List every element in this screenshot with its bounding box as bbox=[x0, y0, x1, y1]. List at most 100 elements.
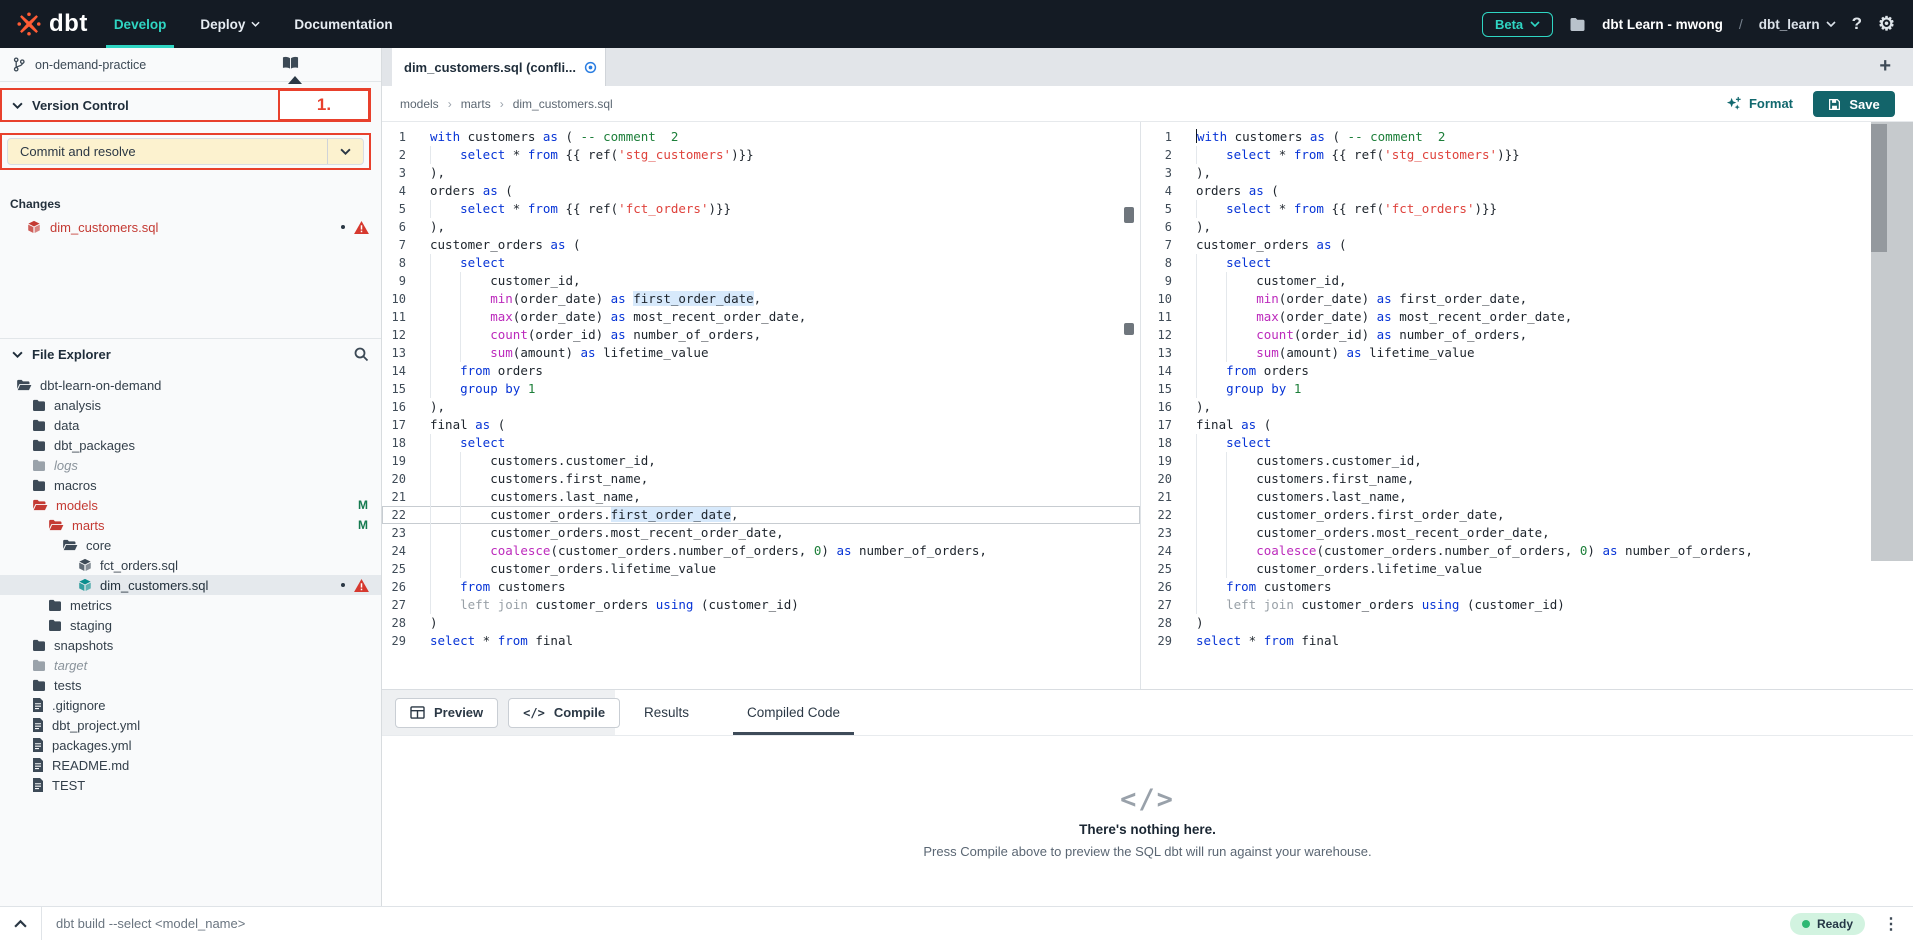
code-line-16-right[interactable]: 16), bbox=[1148, 398, 1871, 416]
code-line-29-right[interactable]: 29select * from final bbox=[1148, 632, 1871, 650]
code-line-23-left[interactable]: 23 customer_orders.most_recent_order_dat… bbox=[382, 524, 1140, 542]
tree-item-staging[interactable]: staging bbox=[0, 615, 381, 635]
code-line-28-left[interactable]: 28) bbox=[382, 614, 1140, 632]
tree-item-marts[interactable]: martsM bbox=[0, 515, 381, 535]
tree-item-packages.yml[interactable]: packages.yml bbox=[0, 735, 381, 755]
tree-item-core[interactable]: core bbox=[0, 535, 381, 555]
code-line-29-left[interactable]: 29select * from final bbox=[382, 632, 1140, 650]
results-tab-compiled-code[interactable]: Compiled Code bbox=[737, 690, 850, 735]
code-line-25-right[interactable]: 25 customer_orders.lifetime_value bbox=[1148, 560, 1871, 578]
code-line-18-right[interactable]: 18 select bbox=[1148, 434, 1871, 452]
code-line-19-left[interactable]: 19 customers.customer_id, bbox=[382, 452, 1140, 470]
code-line-3-right[interactable]: 3), bbox=[1148, 164, 1871, 182]
changed-file-dim_customers.sql[interactable]: dim_customers.sql bbox=[0, 216, 381, 238]
new-tab-button[interactable]: + bbox=[1879, 55, 1891, 78]
tree-item-dbt_project.yml[interactable]: dbt_project.yml bbox=[0, 715, 381, 735]
tree-item-analysis[interactable]: analysis bbox=[0, 395, 381, 415]
code-line-27-left[interactable]: 27 left join customer_orders using (cust… bbox=[382, 596, 1140, 614]
tab-dim-customers[interactable]: dim_customers.sql (confli... bbox=[392, 48, 606, 86]
editor-pane-right[interactable]: 1with customers as ( -- comment 22 selec… bbox=[1148, 122, 1871, 689]
account-selector[interactable]: dbt Learn - mwong bbox=[1602, 17, 1723, 32]
file-explorer-section-header[interactable]: File Explorer bbox=[0, 338, 381, 369]
code-line-20-right[interactable]: 20 customers.first_name, bbox=[1148, 470, 1871, 488]
project-selector[interactable]: dbt_learn bbox=[1759, 17, 1836, 32]
code-line-23-right[interactable]: 23 customer_orders.most_recent_order_dat… bbox=[1148, 524, 1871, 542]
editor-scrollbar-thumb[interactable] bbox=[1871, 124, 1887, 252]
commit-and-resolve-button[interactable]: Commit and resolve bbox=[7, 138, 364, 165]
beta-dropdown[interactable]: Beta bbox=[1482, 12, 1553, 37]
code-line-12-right[interactable]: 12 count(order_id) as number_of_orders, bbox=[1148, 326, 1871, 344]
code-line-20-left[interactable]: 20 customers.first_name, bbox=[382, 470, 1140, 488]
code-line-1-left[interactable]: 1with customers as ( -- comment 2 bbox=[382, 128, 1140, 146]
code-line-17-left[interactable]: 17final as ( bbox=[382, 416, 1140, 434]
commit-dropdown-toggle[interactable] bbox=[327, 139, 363, 164]
code-line-18-left[interactable]: 18 select bbox=[382, 434, 1140, 452]
breadcrumb-item-marts[interactable]: marts bbox=[461, 97, 491, 111]
code-line-4-right[interactable]: 4orders as ( bbox=[1148, 182, 1871, 200]
tree-item-data[interactable]: data bbox=[0, 415, 381, 435]
breadcrumb-item-dim_customers.sql[interactable]: dim_customers.sql bbox=[513, 97, 613, 111]
tree-item-dbt-learn-on-demand[interactable]: dbt-learn-on-demand bbox=[0, 375, 381, 395]
code-line-9-right[interactable]: 9 customer_id, bbox=[1148, 272, 1871, 290]
connection-status-badge[interactable]: Ready bbox=[1790, 913, 1865, 935]
preview-button[interactable]: Preview bbox=[395, 698, 498, 728]
code-line-25-left[interactable]: 25 customer_orders.lifetime_value bbox=[382, 560, 1140, 578]
code-line-12-left[interactable]: 12 count(order_id) as number_of_orders, bbox=[382, 326, 1140, 344]
code-line-4-left[interactable]: 4orders as ( bbox=[382, 182, 1140, 200]
code-line-5-right[interactable]: 5 select * from {{ ref('fct_orders')}} bbox=[1148, 200, 1871, 218]
nav-item-documentation[interactable]: Documentation bbox=[294, 0, 392, 48]
code-line-27-right[interactable]: 27 left join customer_orders using (cust… bbox=[1148, 596, 1871, 614]
command-input[interactable] bbox=[42, 916, 1790, 931]
git-branch-selector[interactable]: on-demand-practice bbox=[0, 48, 381, 82]
pane-divider[interactable] bbox=[1140, 122, 1148, 689]
code-line-11-left[interactable]: 11 max(order_date) as most_recent_order_… bbox=[382, 308, 1140, 326]
tree-item-.gitignore[interactable]: .gitignore bbox=[0, 695, 381, 715]
tree-item-macros[interactable]: macros bbox=[0, 475, 381, 495]
compile-button[interactable]: </> Compile bbox=[508, 698, 620, 728]
code-line-9-left[interactable]: 9 customer_id, bbox=[382, 272, 1140, 290]
editor-pane-left[interactable]: 1with customers as ( -- comment 22 selec… bbox=[382, 122, 1140, 689]
kebab-menu-icon[interactable]: ⋮ bbox=[1883, 914, 1913, 934]
code-line-6-right[interactable]: 6), bbox=[1148, 218, 1871, 236]
code-line-10-left[interactable]: 10 min(order_date) as first_order_date, bbox=[382, 290, 1140, 308]
tree-item-dbt_packages[interactable]: dbt_packages bbox=[0, 435, 381, 455]
chevron-up-icon[interactable] bbox=[0, 919, 41, 928]
code-line-8-left[interactable]: 8 select bbox=[382, 254, 1140, 272]
code-line-1-right[interactable]: 1with customers as ( -- comment 2 bbox=[1148, 128, 1871, 146]
code-line-21-left[interactable]: 21 customers.last_name, bbox=[382, 488, 1140, 506]
code-line-2-right[interactable]: 2 select * from {{ ref('stg_customers')}… bbox=[1148, 146, 1871, 164]
code-line-17-right[interactable]: 17final as ( bbox=[1148, 416, 1871, 434]
tree-item-logs[interactable]: logs bbox=[0, 455, 381, 475]
code-line-13-left[interactable]: 13 sum(amount) as lifetime_value bbox=[382, 344, 1140, 362]
tree-item-snapshots[interactable]: snapshots bbox=[0, 635, 381, 655]
code-line-3-left[interactable]: 3), bbox=[382, 164, 1140, 182]
code-line-24-right[interactable]: 24 coalesce(customer_orders.number_of_or… bbox=[1148, 542, 1871, 560]
code-line-8-right[interactable]: 8 select bbox=[1148, 254, 1871, 272]
dbt-logo[interactable]: dbt bbox=[0, 10, 114, 38]
tree-item-target[interactable]: target bbox=[0, 655, 381, 675]
code-line-10-right[interactable]: 10 min(order_date) as first_order_date, bbox=[1148, 290, 1871, 308]
nav-item-develop[interactable]: Develop bbox=[114, 0, 167, 48]
code-line-7-left[interactable]: 7customer_orders as ( bbox=[382, 236, 1140, 254]
scrollbar-mark[interactable] bbox=[1124, 207, 1134, 223]
code-line-26-right[interactable]: 26 from customers bbox=[1148, 578, 1871, 596]
search-icon[interactable] bbox=[353, 346, 369, 362]
tree-item-TEST[interactable]: TEST bbox=[0, 775, 381, 795]
docs-book-icon[interactable] bbox=[282, 56, 299, 70]
code-line-21-right[interactable]: 21 customers.last_name, bbox=[1148, 488, 1871, 506]
breadcrumb-item-models[interactable]: models bbox=[400, 97, 439, 111]
code-line-24-left[interactable]: 24 coalesce(customer_orders.number_of_or… bbox=[382, 542, 1140, 560]
code-line-5-left[interactable]: 5 select * from {{ ref('fct_orders')}} bbox=[382, 200, 1140, 218]
editor-scrollbar-track[interactable] bbox=[1871, 122, 1913, 561]
code-line-6-left[interactable]: 6), bbox=[382, 218, 1140, 236]
nav-item-deploy[interactable]: Deploy bbox=[200, 0, 260, 48]
code-line-2-left[interactable]: 2 select * from {{ ref('stg_customers')}… bbox=[382, 146, 1140, 164]
results-tab-results[interactable]: Results bbox=[634, 690, 699, 735]
tree-item-fct_orders.sql[interactable]: fct_orders.sql bbox=[0, 555, 381, 575]
tree-item-README.md[interactable]: README.md bbox=[0, 755, 381, 775]
code-line-15-left[interactable]: 15 group by 1 bbox=[382, 380, 1140, 398]
code-line-7-right[interactable]: 7customer_orders as ( bbox=[1148, 236, 1871, 254]
tree-item-dim_customers.sql[interactable]: dim_customers.sql bbox=[0, 575, 381, 595]
tree-item-tests[interactable]: tests bbox=[0, 675, 381, 695]
code-line-14-right[interactable]: 14 from orders bbox=[1148, 362, 1871, 380]
